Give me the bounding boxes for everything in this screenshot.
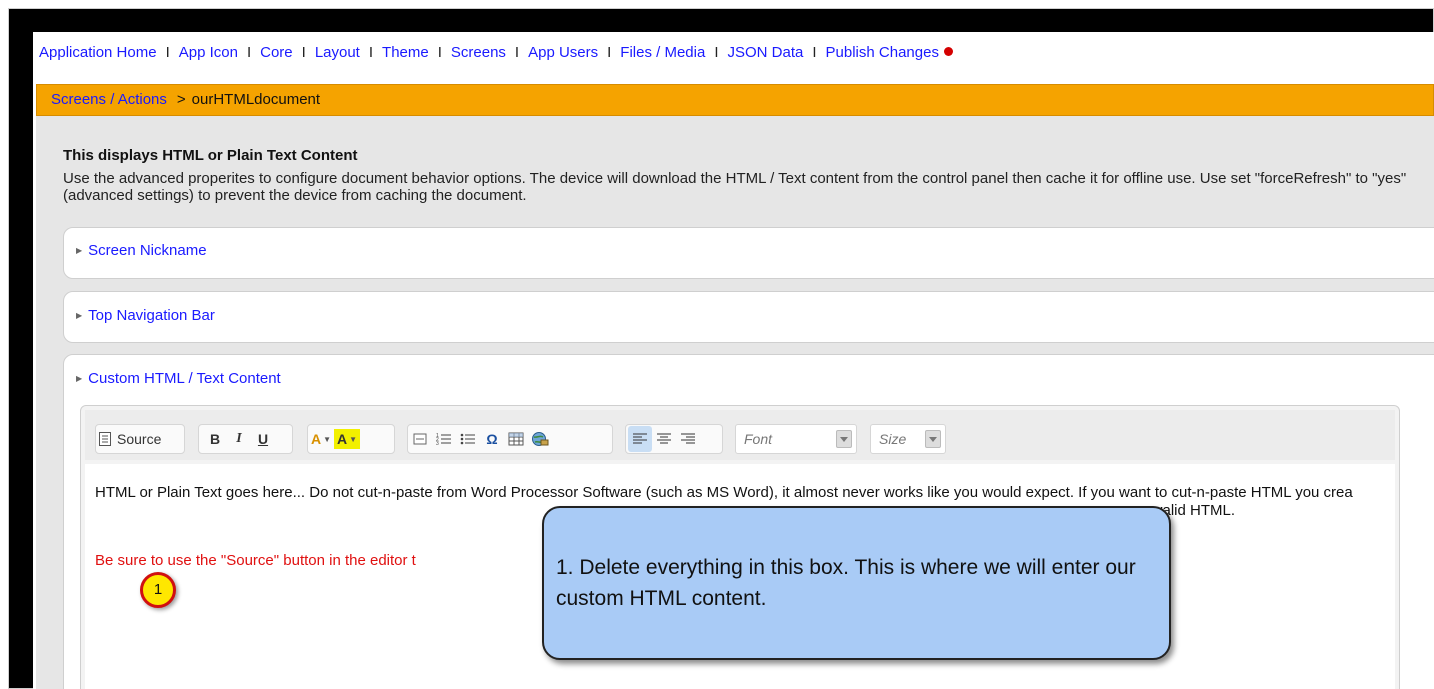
nav-core[interactable]: Core	[260, 44, 293, 61]
font-family-select[interactable]: Font	[735, 424, 857, 454]
section-title[interactable]: ▶ Top Navigation Bar	[76, 307, 215, 324]
italic-button[interactable]: I	[227, 426, 251, 452]
section-screen-nickname[interactable]: ▶ Screen Nickname	[63, 227, 1434, 279]
font-size-select[interactable]: Size	[870, 424, 946, 454]
nav-layout[interactable]: Layout	[315, 44, 360, 61]
nav-separator: I	[301, 44, 306, 61]
expand-triangle-icon: ▶	[76, 374, 83, 383]
nav-theme[interactable]: Theme	[382, 44, 429, 61]
section-top-navigation-bar[interactable]: ▶ Top Navigation Bar	[63, 291, 1434, 343]
breadcrumb-separator: >	[176, 91, 186, 108]
nav-publish-changes[interactable]: Publish Changes	[826, 44, 939, 61]
nav-application-home[interactable]: Application Home	[39, 44, 157, 61]
panel-description: Use the advanced properites to configure…	[63, 170, 1407, 204]
nav-screens[interactable]: Screens	[451, 44, 506, 61]
text-color-button[interactable]: A ▼	[308, 426, 334, 452]
step-marker: 1	[140, 572, 176, 608]
underline-button[interactable]: U	[251, 426, 275, 452]
bold-button[interactable]: B	[203, 426, 227, 452]
bulleted-list-icon[interactable]	[456, 426, 480, 452]
nav-separator: I	[812, 44, 817, 61]
special-character-icon[interactable]: Ω	[480, 426, 504, 452]
nav-separator: I	[368, 44, 374, 61]
section-title[interactable]: ▶ Custom HTML / Text Content	[76, 370, 281, 387]
svg-text:3: 3	[436, 441, 439, 446]
insert-group: 123 Ω	[407, 424, 613, 454]
horizontal-rule-icon[interactable]	[408, 426, 432, 452]
nav-separator: I	[165, 44, 170, 61]
text-style-group: B I U	[198, 424, 293, 454]
source-button[interactable]: Source	[96, 426, 164, 452]
chevron-down-icon	[925, 430, 941, 448]
editor-warning-text: Be sure to use the "Source" button in th…	[95, 552, 416, 569]
nav-app-users[interactable]: App Users	[528, 44, 598, 61]
expand-triangle-icon: ▶	[76, 311, 83, 320]
breadcrumb: Screens / Actions > ourHTMLdocument	[36, 84, 1434, 116]
color-group: A ▼ A ▼	[307, 424, 395, 454]
panel-heading: This displays HTML or Plain Text Content	[63, 147, 358, 164]
chevron-down-icon	[836, 430, 852, 448]
breadcrumb-current: ourHTMLdocument	[191, 91, 321, 108]
nav-separator: I	[514, 44, 520, 61]
nav-separator: I	[246, 44, 252, 61]
align-left-icon[interactable]	[628, 426, 652, 452]
numbered-list-icon[interactable]: 123	[432, 426, 456, 452]
link-globe-icon[interactable]	[528, 426, 552, 452]
background-color-button[interactable]: A ▼	[334, 429, 361, 449]
source-document-icon	[99, 432, 111, 446]
nav-app-icon[interactable]: App Icon	[179, 44, 238, 61]
align-center-icon[interactable]	[652, 426, 676, 452]
nav-separator: I	[714, 44, 719, 61]
expand-triangle-icon: ▶	[76, 246, 83, 255]
nav-json-data[interactable]: JSON Data	[728, 44, 804, 61]
unpublished-indicator-dot	[943, 47, 953, 56]
alignment-group	[625, 424, 723, 454]
section-title[interactable]: ▶ Screen Nickname	[76, 242, 207, 259]
source-button-group: Source	[95, 424, 185, 454]
table-icon[interactable]	[504, 426, 528, 452]
breadcrumb-link-screens-actions[interactable]: Screens / Actions	[51, 91, 167, 108]
align-right-icon[interactable]	[676, 426, 700, 452]
nav-files-media[interactable]: Files / Media	[620, 44, 705, 61]
instruction-callout: 1. Delete everything in this box. This i…	[542, 506, 1171, 660]
nav-separator: I	[607, 44, 612, 61]
editor-body-text: HTML or Plain Text goes here... Do not c…	[95, 484, 1353, 519]
nav-separator: I	[437, 44, 442, 61]
editor-toolbar: Source B I U A ▼ A ▼ 123 Ω Font Size	[85, 410, 1395, 460]
top-navigation: Application Home I App Icon I Core I Layout I Th…	[39, 44, 953, 61]
